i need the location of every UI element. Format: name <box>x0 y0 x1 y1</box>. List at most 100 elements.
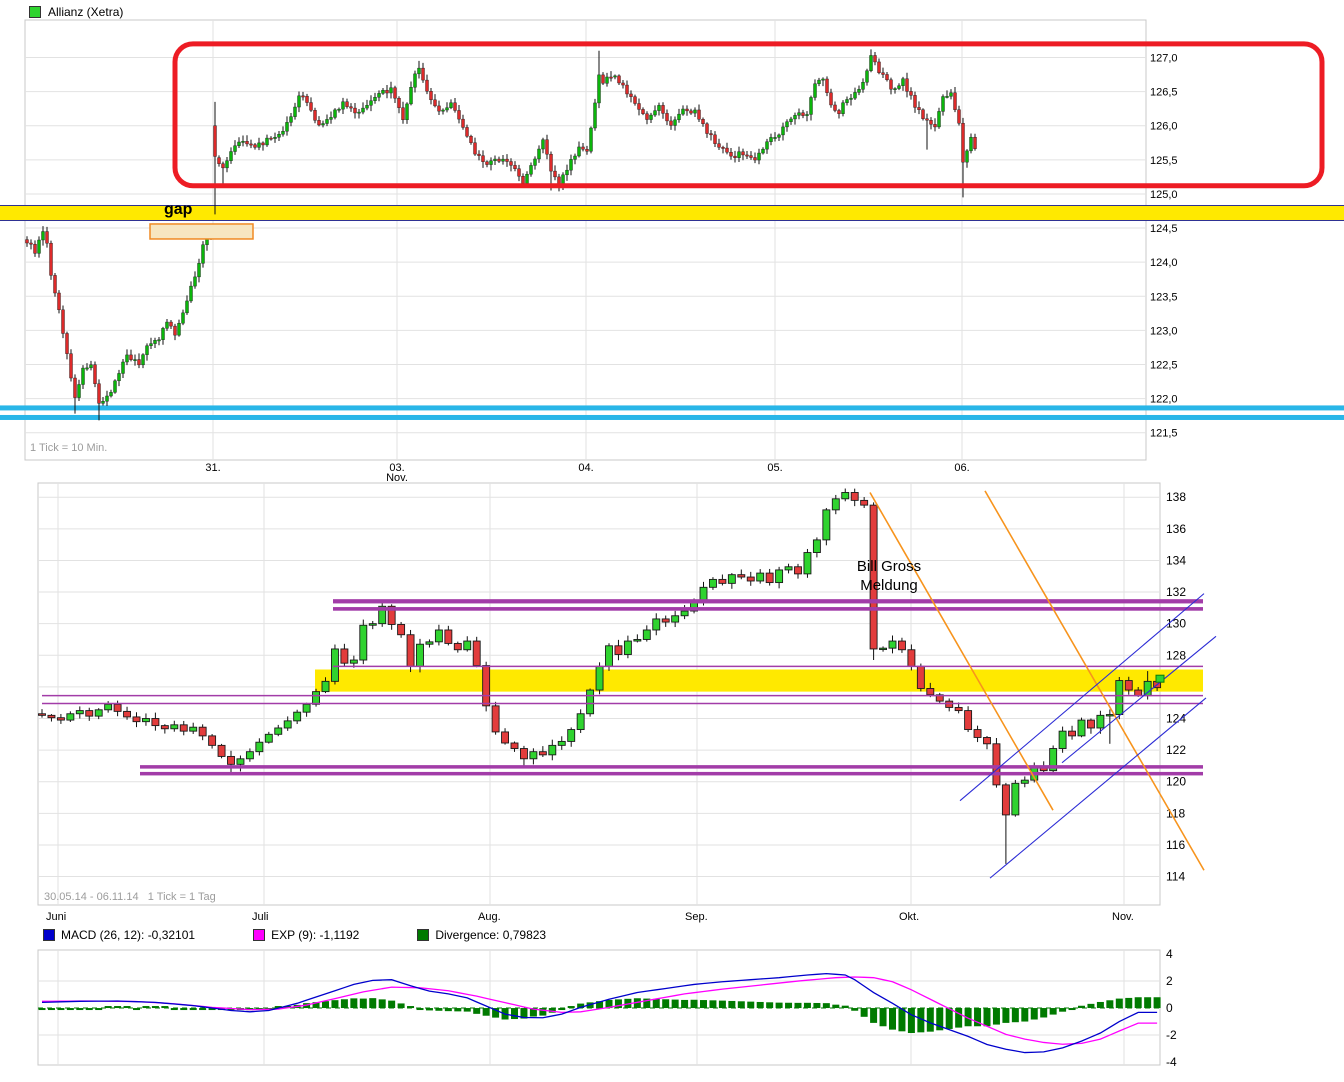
divergence-bar <box>124 1006 131 1008</box>
y-axis-label: 123,0 <box>1150 325 1178 337</box>
divergence-bar <box>199 1008 206 1010</box>
candle-bearish <box>930 120 933 124</box>
candle-bullish <box>464 641 471 650</box>
x-axis-label: 06. <box>954 462 969 474</box>
candle-bearish <box>98 384 101 404</box>
candle-bullish <box>654 111 657 115</box>
candle-bullish <box>942 97 945 112</box>
gap-annotation-label[interactable]: gap <box>164 201 192 219</box>
candle-bullish <box>182 313 185 323</box>
candle-bullish <box>590 128 593 151</box>
candle-bearish <box>742 152 745 155</box>
candle-bullish <box>568 730 575 742</box>
candle-bearish <box>686 109 689 111</box>
yellow-zone-annotation[interactable] <box>0 206 1344 221</box>
divergence-bar <box>171 1008 178 1010</box>
candle-bearish <box>50 243 53 275</box>
divergence-bar <box>1021 1008 1028 1021</box>
candle-bullish <box>226 161 229 168</box>
divergence-bar <box>1154 997 1161 1008</box>
divergence-bar <box>908 1008 915 1033</box>
divergence-bar <box>445 1008 452 1011</box>
candle-bearish <box>407 635 414 667</box>
candle-bearish <box>984 737 991 743</box>
candle-bullish <box>757 573 764 581</box>
candle-bullish <box>246 752 253 759</box>
charts-canvas: 127,0126,5126,0125,5125,0124,5124,0123,5… <box>0 0 1344 1082</box>
candle-bearish <box>222 164 225 168</box>
candle-bearish <box>341 649 348 663</box>
gap-box-annotation[interactable] <box>150 224 253 239</box>
candle-bearish <box>398 98 401 108</box>
candle-bullish <box>238 142 241 146</box>
candle-bullish <box>782 127 785 135</box>
candle-bearish <box>422 68 425 80</box>
candle-bullish <box>842 492 849 498</box>
candle-bearish <box>434 100 437 106</box>
candle-bullish <box>606 77 609 83</box>
candle-bearish <box>483 666 490 706</box>
candle-bullish <box>758 153 761 160</box>
divergence-bar <box>483 1008 490 1016</box>
candle-bearish <box>906 79 909 92</box>
divergence-bar <box>426 1008 433 1010</box>
candle-bullish <box>190 286 193 301</box>
y-axis-label: 124,0 <box>1150 257 1178 269</box>
candle-bearish <box>908 650 915 667</box>
bottom-chart: 138136134132130128126124122120118116114J… <box>38 483 1216 923</box>
divergence-bar <box>747 1002 754 1008</box>
candle-bullish <box>82 368 85 384</box>
top-chart: 127,0126,5126,0125,5125,0124,5124,0123,5… <box>0 20 1344 484</box>
y-axis-label: 2 <box>1166 974 1173 988</box>
divergence-bar <box>1106 1000 1113 1008</box>
divergence-bar <box>1144 997 1151 1008</box>
purple-band-annotation[interactable] <box>333 599 1203 603</box>
candle-bullish <box>850 98 853 99</box>
candle-bearish <box>502 732 509 743</box>
candle-bearish <box>486 162 489 165</box>
candle-bullish <box>154 340 157 343</box>
candle-bullish <box>766 142 769 149</box>
blue-trendline-annotation[interactable] <box>960 594 1204 801</box>
candle-bearish <box>626 85 629 94</box>
candle-bullish <box>938 111 941 127</box>
top-chart-timeframe-note: 1 Tick = 10 Min. <box>30 442 107 454</box>
candle-bullish <box>866 71 869 82</box>
candle-bullish <box>410 87 413 104</box>
candle-bullish <box>142 718 149 721</box>
candle-bearish <box>180 725 187 731</box>
candle-bullish <box>578 147 581 156</box>
cyan-support-line-annotation[interactable] <box>0 415 1344 420</box>
candle-bearish <box>898 641 905 650</box>
divergence-bar <box>464 1008 471 1012</box>
y-axis-label: 123,5 <box>1150 291 1178 303</box>
news-annotation-label[interactable]: Bill Gross Meldung <box>834 557 944 595</box>
candle-bearish <box>962 123 965 162</box>
purple-band-annotation[interactable] <box>140 765 1203 769</box>
divergence-bar <box>435 1008 442 1011</box>
y-axis-label: 122,0 <box>1150 394 1178 406</box>
candle-bullish <box>606 646 613 667</box>
candle-bearish <box>882 73 885 75</box>
candle-bullish <box>362 108 365 112</box>
candle-bullish <box>970 137 973 151</box>
orange-trendline-annotation[interactable] <box>870 492 1053 810</box>
candle-bearish <box>926 119 929 120</box>
divergence-bar <box>851 1008 858 1011</box>
candle-bullish <box>624 641 631 654</box>
yellow-zone-annotation[interactable] <box>315 670 1203 692</box>
candle-bullish <box>534 159 537 165</box>
purple-band-annotation[interactable] <box>140 772 1203 776</box>
cyan-support-line-annotation[interactable] <box>0 405 1344 410</box>
divergence-bar <box>180 1008 187 1010</box>
candle-bearish <box>473 641 480 665</box>
candle-bearish <box>130 355 133 360</box>
divergence-bar <box>1116 999 1123 1008</box>
macd-panel: 420-2-4 <box>38 947 1177 1069</box>
candle-bullish <box>95 710 102 716</box>
candle-bearish <box>39 714 46 716</box>
legend-label: MACD (26, 12): -0,32101 <box>61 928 195 942</box>
chart-application: 127,0126,5126,0125,5125,0124,5124,0123,5… <box>0 0 1344 1082</box>
purple-band-annotation[interactable] <box>333 607 1203 611</box>
y-axis-label: 126,5 <box>1150 87 1178 99</box>
